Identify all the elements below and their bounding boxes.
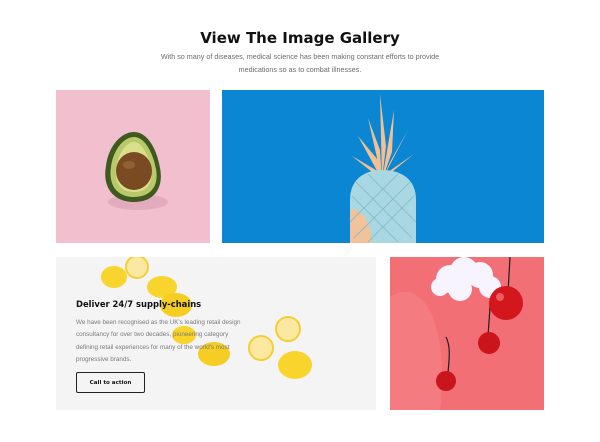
avocado-photo xyxy=(56,90,210,243)
promo-content: Deliver 24/7 supply-chains We have been … xyxy=(76,299,246,366)
pineapple-photo xyxy=(222,90,544,243)
gallery-subtitle: With so many of diseases, medical scienc… xyxy=(160,52,440,74)
promo-heading: Deliver 24/7 supply-chains xyxy=(76,299,202,309)
promo-card: Deliver 24/7 supply-chains We have been … xyxy=(56,257,376,410)
gallery-image-pineapple[interactable] xyxy=(222,90,544,243)
gallery-image-cherries[interactable] xyxy=(390,257,544,410)
gallery-image-avocado[interactable] xyxy=(56,90,210,243)
cherries-photo xyxy=(390,257,544,410)
gallery-title: View The Image Gallery xyxy=(200,29,400,47)
promo-text: We have been recognised as the UK's lead… xyxy=(76,319,241,363)
call-to-action-button[interactable]: Call to action xyxy=(76,372,145,393)
